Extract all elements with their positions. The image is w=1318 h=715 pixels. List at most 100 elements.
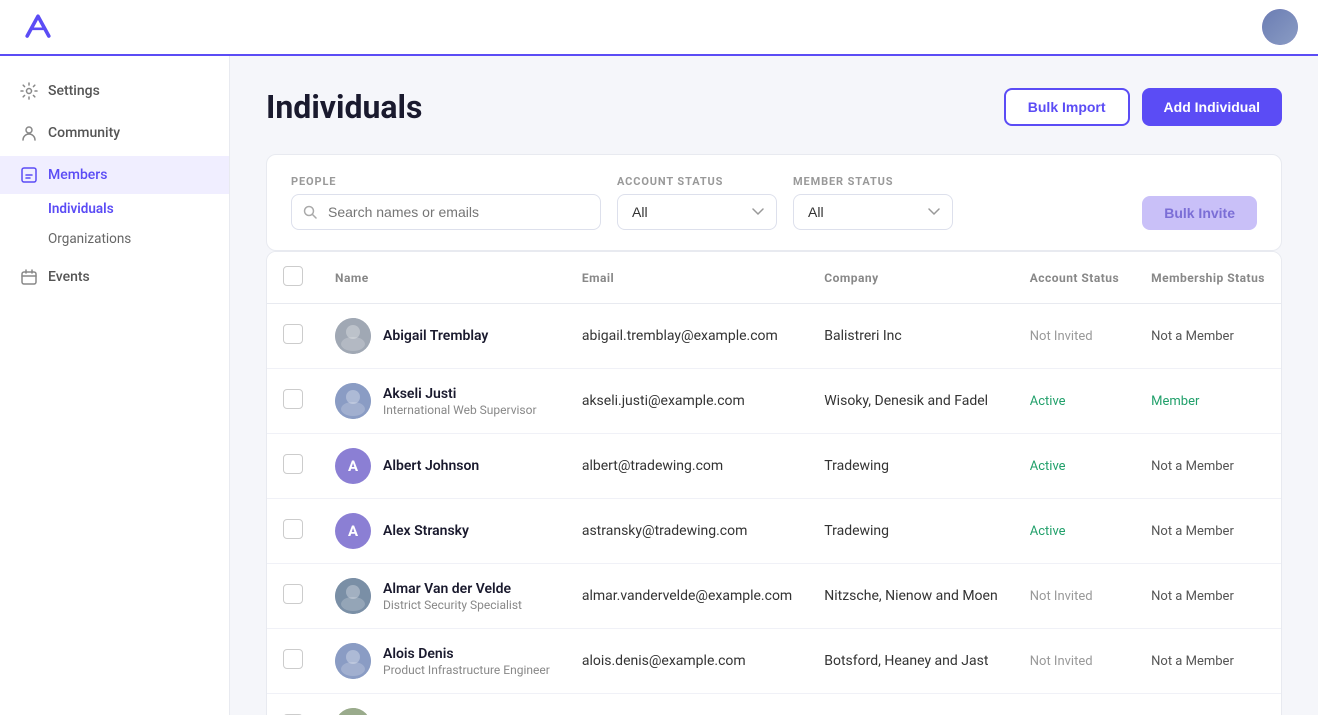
membership-status-column-header: Membership Status <box>1135 252 1281 304</box>
sidebar-section-events: Events <box>0 258 229 296</box>
header-actions: Bulk Import Add Individual <box>1004 88 1282 126</box>
person-cell: A Albert Johnson <box>335 448 550 484</box>
membership-status-cell: Not a Member <box>1135 694 1281 715</box>
email-cell: alois.denis@example.com <box>566 629 808 694</box>
sidebar-section-settings: Settings <box>0 72 229 110</box>
company-cell: Tradewing <box>808 434 1013 499</box>
account-status-select[interactable]: All Active Not Invited Invited <box>617 194 777 230</box>
table-row: Almar Van der Velde District Security Sp… <box>267 564 1281 629</box>
account-status-column-header: Account Status <box>1014 252 1135 304</box>
page-header: Individuals Bulk Import Add Individual <box>266 88 1282 126</box>
account-status-badge: Not Invited <box>1030 589 1093 604</box>
account-status-filter-group: ACCOUNT STATUS All Active Not Invited In… <box>617 175 777 230</box>
person-info: Abigail Tremblay <box>383 328 488 344</box>
members-label: Members <box>48 167 107 183</box>
member-status-label: MEMBER STATUS <box>793 175 953 188</box>
people-filter-group: PEOPLE <box>291 175 601 230</box>
email-cell: abigail.tremblay@example.com <box>566 304 808 369</box>
search-input[interactable] <box>291 194 601 230</box>
company-cell: Balistreri Inc <box>808 304 1013 369</box>
company-cell: Nitzsche, Nienow and Moen <box>808 564 1013 629</box>
row-checkbox-cell <box>267 499 319 564</box>
members-icon <box>20 166 38 184</box>
email-cell: almar.vandervelde@example.com <box>566 564 808 629</box>
row-checkbox[interactable] <box>283 389 303 409</box>
name-cell: A Alex Stransky <box>319 499 566 564</box>
email-column-header: Email <box>566 252 808 304</box>
search-wrap <box>291 194 601 230</box>
person-title: Product Infrastructure Engineer <box>383 663 550 677</box>
person-avatar <box>335 708 371 715</box>
name-column-header: Name <box>319 252 566 304</box>
row-checkbox[interactable] <box>283 324 303 344</box>
row-checkbox[interactable] <box>283 519 303 539</box>
person-cell: A Alex Stransky <box>335 513 550 549</box>
sidebar-item-members[interactable]: Members <box>0 156 229 194</box>
table-row: A Alex Stransky astransky@tradewing.com … <box>267 499 1281 564</box>
logo[interactable] <box>20 9 56 45</box>
add-individual-button[interactable]: Add Individual <box>1142 88 1282 126</box>
sidebar-item-individuals[interactable]: Individuals <box>48 194 229 224</box>
select-all-checkbox[interactable] <box>283 266 303 286</box>
table-row: Akseli Justi International Web Superviso… <box>267 369 1281 434</box>
account-status-cell: Not Invited <box>1014 304 1135 369</box>
table-row: Abigail Tremblay abigail.tremblay@exampl… <box>267 304 1281 369</box>
membership-status-cell: Member <box>1135 369 1281 434</box>
account-status-badge: Not Invited <box>1030 329 1093 344</box>
person-avatar: A <box>335 513 371 549</box>
sidebar-item-events[interactable]: Events <box>0 258 229 296</box>
table-row: Alois Denis Product Infrastructure Engin… <box>267 629 1281 694</box>
search-icon <box>303 205 317 219</box>
community-icon <box>20 124 38 142</box>
filter-actions: Bulk Invite <box>1142 196 1257 230</box>
table-header-row: Name Email Company Account Status Member… <box>267 252 1281 304</box>
account-status-label: ACCOUNT STATUS <box>617 175 777 188</box>
name-cell: Alois Denis Product Infrastructure Engin… <box>319 629 566 694</box>
sidebar-item-organizations[interactable]: Organizations <box>48 224 229 254</box>
row-checkbox-cell <box>267 304 319 369</box>
bulk-invite-button[interactable]: Bulk Invite <box>1142 196 1257 230</box>
name-cell: Abigail Tremblay <box>319 304 566 369</box>
account-status-badge: Active <box>1030 524 1066 539</box>
account-status-badge: Active <box>1030 394 1066 409</box>
person-name: Albert Johnson <box>383 458 479 474</box>
person-info: Albert Johnson <box>383 458 479 474</box>
person-title: District Security Specialist <box>383 598 522 612</box>
membership-status-cell: Not a Member <box>1135 499 1281 564</box>
bulk-import-button[interactable]: Bulk Import <box>1004 88 1130 126</box>
row-checkbox[interactable] <box>283 454 303 474</box>
membership-status-badge: Not a Member <box>1151 524 1234 539</box>
row-checkbox-cell <box>267 629 319 694</box>
company-cell: Botsford, Heaney and Jast <box>808 629 1013 694</box>
member-status-select[interactable]: All Member Not a Member <box>793 194 953 230</box>
email-cell: amber.baker@tradewing.com <box>566 694 808 715</box>
email-cell: albert@tradewing.com <box>566 434 808 499</box>
person-name: Almar Van der Velde <box>383 581 522 597</box>
user-avatar[interactable] <box>1262 9 1298 45</box>
person-name: Akseli Justi <box>383 386 537 402</box>
person-cell: Alois Denis Product Infrastructure Engin… <box>335 643 550 679</box>
table-row: Amber Baker amber.baker@tradewing.com No… <box>267 694 1281 715</box>
person-name: Abigail Tremblay <box>383 328 488 344</box>
membership-status-cell: Not a Member <box>1135 564 1281 629</box>
row-checkbox[interactable] <box>283 584 303 604</box>
sidebar-item-community[interactable]: Community <box>0 114 229 152</box>
person-cell: Abigail Tremblay <box>335 318 550 354</box>
company-cell: Tradewing <box>808 499 1013 564</box>
page-title: Individuals <box>266 88 422 126</box>
account-status-cell: Not Invited <box>1014 694 1135 715</box>
membership-status-cell: Not a Member <box>1135 434 1281 499</box>
events-label: Events <box>48 269 90 285</box>
person-cell: Akseli Justi International Web Superviso… <box>335 383 550 419</box>
row-checkbox[interactable] <box>283 649 303 669</box>
person-info: Akseli Justi International Web Superviso… <box>383 386 537 417</box>
gear-icon <box>20 82 38 100</box>
sidebar-item-settings[interactable]: Settings <box>0 72 229 110</box>
person-info: Almar Van der Velde District Security Sp… <box>383 581 522 612</box>
name-cell: Akseli Justi International Web Superviso… <box>319 369 566 434</box>
person-avatar: A <box>335 448 371 484</box>
community-label: Community <box>48 125 120 141</box>
account-status-cell: Not Invited <box>1014 629 1135 694</box>
filter-bar: PEOPLE ACCOUNT STATUS Al <box>266 154 1282 251</box>
membership-status-cell: Not a Member <box>1135 304 1281 369</box>
